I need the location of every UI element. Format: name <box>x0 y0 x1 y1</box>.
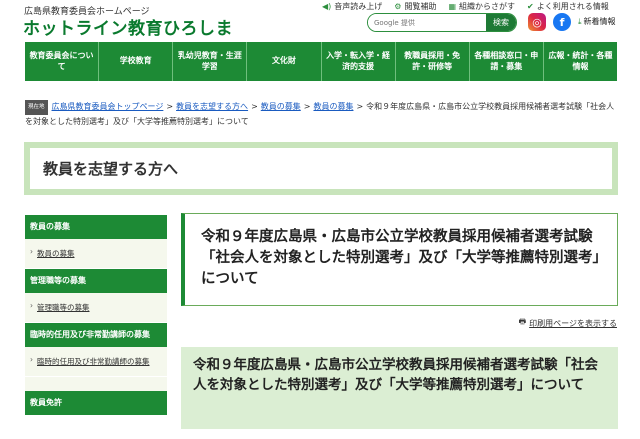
nav-early-childhood[interactable]: 乳幼児教育・生涯学習 <box>173 42 248 81</box>
section-banner: 教員を志望する方へ <box>24 142 618 195</box>
sidebar-heading[interactable]: 教員免許 <box>25 391 167 415</box>
breadcrumb-link[interactable]: 教員の募集 <box>313 102 353 111</box>
nav-board[interactable]: 教育委員会について <box>25 42 100 81</box>
nav-staff[interactable]: 教職員採用・免許・研修等 <box>396 42 470 81</box>
instagram-icon[interactable]: ◎ <box>528 13 546 31</box>
section-title: 教員を志望する方へ <box>30 148 612 189</box>
current-location-badge: 現在地 <box>25 100 48 115</box>
util-faq[interactable]: ✔ よく利用される情報 <box>527 1 609 12</box>
utility-links: ◀) 音声読み上げ ⚙ 閲覧補助 ▦ 組織からさがす ✔ よく利用される情報 <box>322 0 634 12</box>
site-logo-title[interactable]: ホットライン教育ひろしま <box>23 14 233 39</box>
check-icon: ✔ <box>527 1 534 11</box>
sidebar-link[interactable]: 臨時的任用及び非常勤講師の募集 <box>25 347 167 377</box>
sidebar-heading[interactable]: 教員の募集 <box>25 215 167 239</box>
site-search: 検索 <box>367 13 517 32</box>
section-heading: 令和９年度広島県・広島市公立学校教員採用候補者選考試験「社会人を対象とした特別選… <box>181 347 618 429</box>
nav-school[interactable]: 学校教育 <box>99 42 174 81</box>
sidebar: 教員の募集 教員の募集 管理職等の募集 管理職等の募集 臨時的任用及び非常勤講師… <box>25 215 167 415</box>
nav-pr[interactable]: 広報・統計・各種情報 <box>544 42 617 81</box>
breadcrumb: 現在地 広島県教育委員会トップページ > 教員を志望する方へ > 教員の募集 > 教員の募集 >… <box>25 100 615 126</box>
search-button[interactable]: 検索 <box>486 14 516 31</box>
sidebar-heading[interactable]: 管理職等の募集 <box>25 269 167 293</box>
gear-icon: ⚙ <box>394 1 402 11</box>
util-organization[interactable]: ▦ 組織からさがす <box>448 1 515 12</box>
nav-consult[interactable]: 各種相談窓口・申請・募集 <box>470 42 544 81</box>
sidebar-link[interactable]: 教員の募集 <box>25 239 167 269</box>
breadcrumb-link[interactable]: 教員を志望する方へ <box>176 102 248 111</box>
sidebar-link[interactable]: 管理職等の募集 <box>25 293 167 323</box>
print-link[interactable]: 🖶 印刷用ページを表示する <box>519 316 617 330</box>
printer-icon: 🖶 <box>518 317 527 326</box>
nav-cultural[interactable]: 文化財 <box>247 42 322 81</box>
facebook-icon[interactable]: f <box>553 13 571 31</box>
page-title: 令和９年度広島県・広島市公立学校教員採用候補者選考試験「社会人を対象とした特別選… <box>181 213 618 306</box>
speaker-icon: ◀) <box>322 1 332 11</box>
global-nav: 教育委員会について 学校教育 乳幼児教育・生涯学習 文化財 入学・転入学・経済的… <box>25 42 617 81</box>
site-header: 広島県教育委員会ホームページ ホットライン教育ひろしま ◀) 音声読み上げ ⚙ 閲覧… <box>0 0 640 42</box>
breadcrumb-link[interactable]: 教員の募集 <box>261 102 301 111</box>
download-icon: ⤓ <box>578 16 582 26</box>
breadcrumb-link[interactable]: 広島県教育委員会トップページ <box>52 102 164 111</box>
org-icon: ▦ <box>448 1 457 11</box>
sidebar-heading[interactable]: 臨時的任用及び非常勤講師の募集 <box>25 323 167 347</box>
search-input[interactable] <box>368 14 486 31</box>
nav-admission[interactable]: 入学・転入学・経済的支援 <box>322 42 396 81</box>
util-accessibility[interactable]: ⚙ 閲覧補助 <box>394 1 436 12</box>
util-speech[interactable]: ◀) 音声読み上げ <box>322 1 382 12</box>
new-arrivals-link[interactable]: ⤓ 新着情報 <box>578 16 616 27</box>
